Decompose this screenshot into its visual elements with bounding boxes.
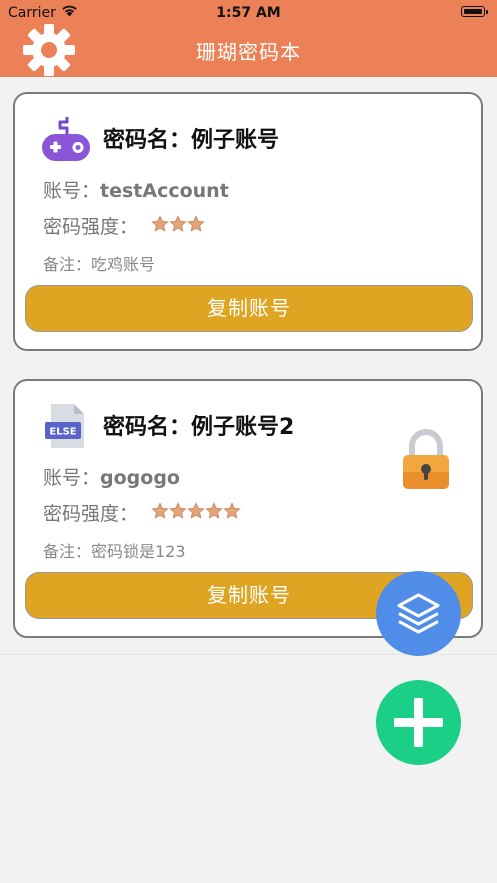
account-row: 账号：gogogo xyxy=(43,463,180,490)
password-name: 密码名：例子账号 xyxy=(103,128,280,153)
star-icon xyxy=(169,502,187,519)
note-text: 备注：吃鸡账号 xyxy=(43,255,156,274)
layers-button[interactable] xyxy=(376,571,461,656)
star-icon xyxy=(151,215,169,232)
copy-account-button[interactable]: 复制账号 xyxy=(25,285,473,332)
strength-row: 密码强度： xyxy=(43,212,205,239)
battery-icon xyxy=(461,6,488,17)
clock: 1:57 AM xyxy=(216,5,281,21)
star-icon xyxy=(187,215,205,232)
strength-stars xyxy=(151,502,241,520)
star-icon xyxy=(223,502,241,519)
layers-icon xyxy=(397,593,440,634)
password-name: 密码名：例子账号2 xyxy=(103,415,295,440)
else-file-icon: ELSE xyxy=(45,404,84,448)
account-label: 账号： xyxy=(43,467,101,489)
lock-icon[interactable] xyxy=(399,426,453,490)
plus-icon xyxy=(394,698,443,747)
star-icon xyxy=(187,502,205,519)
strength-label: 密码强度： xyxy=(43,503,139,525)
account-label: 账号： xyxy=(43,180,101,202)
top-bar: Carrier 1:57 AM 珊瑚密码本 xyxy=(0,0,497,77)
strength-row: 密码强度： xyxy=(43,499,241,526)
strength-label: 密码强度： xyxy=(43,216,139,238)
star-icon xyxy=(151,502,169,519)
star-icon xyxy=(169,215,187,232)
else-icon-label: ELSE xyxy=(49,427,76,438)
account-value: testAccount xyxy=(100,180,229,202)
account-value: gogogo xyxy=(100,467,180,489)
gamepad-icon xyxy=(42,117,90,161)
star-icon xyxy=(205,502,223,519)
password-card[interactable]: 密码名：例子账号 账号：testAccount 密码强度： 备注：吃鸡账号 复制… xyxy=(13,92,483,351)
page-title: 珊瑚密码本 xyxy=(196,40,301,64)
strength-stars xyxy=(151,215,205,233)
account-row: 账号：testAccount xyxy=(43,176,229,203)
add-password-button[interactable] xyxy=(376,680,461,765)
note-text: 备注：密码锁是123 xyxy=(43,542,186,561)
status-bar: Carrier 1:57 AM xyxy=(0,0,497,26)
